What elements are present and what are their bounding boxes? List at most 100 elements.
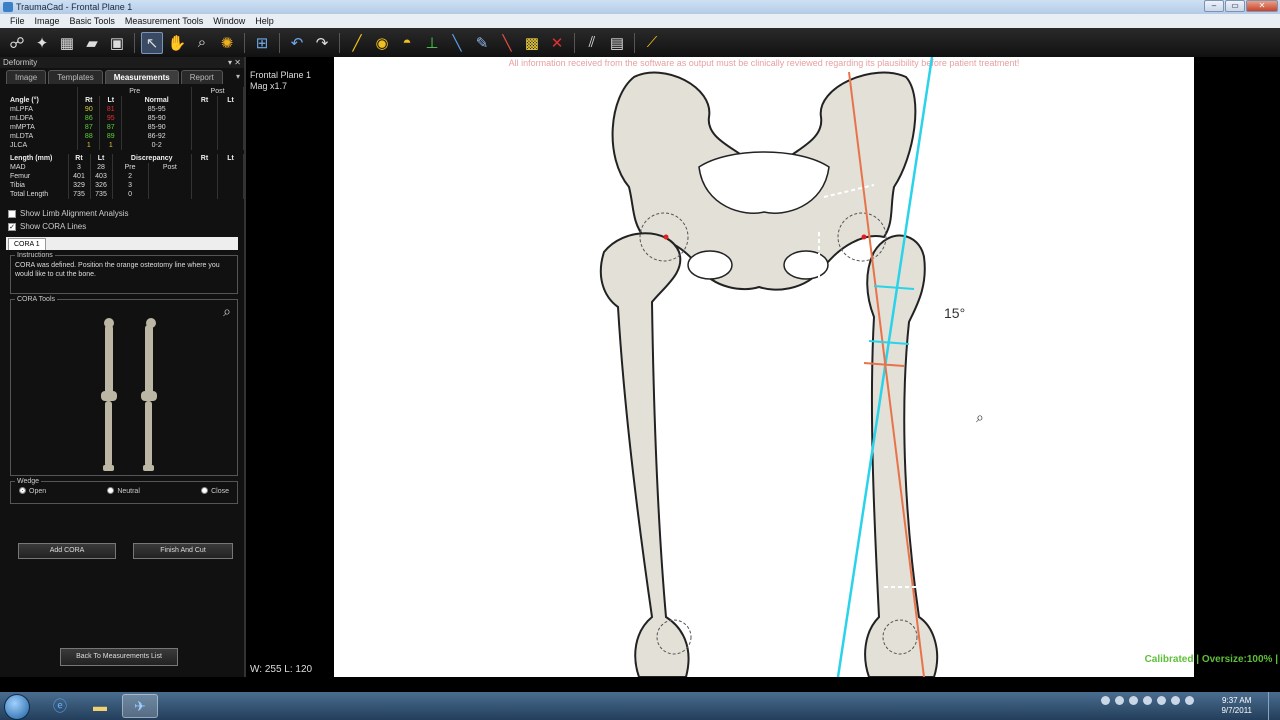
open-folder-icon[interactable]: ▰ (81, 32, 103, 54)
ruler-line-icon[interactable]: ╲ (446, 32, 468, 54)
draw-line-icon[interactable]: ╲ (496, 32, 518, 54)
wedge-neutral-radio[interactable]: Neutral (107, 487, 140, 495)
start-orb-icon[interactable] (4, 694, 30, 720)
ie-icon[interactable]: ⓔ (42, 694, 78, 718)
row-rt: 3 (68, 163, 91, 172)
tray-icon[interactable] (1129, 696, 1138, 705)
wedge-close-radio[interactable]: Close (201, 487, 229, 495)
note-icon[interactable]: ▩ (521, 32, 543, 54)
cora-tools-title: CORA Tools (17, 296, 55, 303)
zoom-icon[interactable]: ⌕ (191, 32, 213, 54)
tab-templates[interactable]: Templates (48, 70, 103, 84)
table-row[interactable]: mLDTA 88 89 86-92 (8, 132, 244, 141)
delete-icon[interactable]: ✕ (546, 32, 568, 54)
len-post-rt-header: Rt (191, 154, 218, 163)
tray-icon[interactable] (1143, 696, 1152, 705)
tray-icon[interactable] (1115, 696, 1124, 705)
layout-grid-icon[interactable]: ⊞ (251, 32, 273, 54)
add-cora-button[interactable]: Add CORA (18, 543, 116, 559)
save-icon[interactable]: ▣ (106, 32, 128, 54)
folder-icon[interactable]: ▬ (82, 694, 118, 718)
menu-file[interactable]: File (10, 14, 25, 28)
tab-image[interactable]: Image (6, 70, 47, 84)
row-name: mMPTA (8, 123, 79, 132)
menu-window[interactable]: Window (213, 14, 245, 28)
close-button[interactable]: ✕ (1246, 0, 1278, 12)
deformity-tool-icon[interactable]: ⟋ (641, 32, 663, 54)
viewport-info: Frontal Plane 1 Mag x1.7 (250, 70, 311, 92)
circle-tool-icon[interactable]: ◉ (371, 32, 393, 54)
bone-tool-icon[interactable]: ⫽ (581, 32, 603, 54)
volume-icon[interactable] (1185, 696, 1194, 705)
maximize-button[interactable]: ▭ (1225, 0, 1245, 12)
show-limb-alignment-checkbox[interactable] (8, 209, 16, 218)
traumacad-icon[interactable]: ✈ (122, 694, 158, 718)
menu-measurement-tools[interactable]: Measurement Tools (125, 14, 203, 28)
left-hip-center-marker[interactable] (861, 234, 867, 240)
show-cora-lines-checkbox[interactable]: ✓ (8, 222, 16, 231)
patients-icon[interactable]: ☍ (6, 32, 28, 54)
tabs-dropdown-icon[interactable]: ▾ (236, 70, 240, 84)
table-row[interactable]: Femur 401 403 2 (8, 172, 244, 181)
len-post-lt-header: Lt (217, 154, 244, 163)
show-cora-lines-row[interactable]: ✓ Show CORA Lines (8, 220, 244, 233)
pan-hand-icon[interactable]: ✋ (166, 32, 188, 54)
angle-measurement-label[interactable]: 15° (944, 305, 965, 321)
show-limb-alignment-row[interactable]: Show Limb Alignment Analysis (8, 207, 244, 220)
marker-pen-icon[interactable]: ✎ (471, 32, 493, 54)
table-row[interactable]: Total Length 735 735 0 (8, 190, 244, 199)
network-icon[interactable] (1171, 696, 1180, 705)
clock-time: 9:37 AM (1222, 696, 1252, 705)
back-to-measurements-button[interactable]: Back To Measurements List (60, 648, 178, 666)
table-row[interactable]: JLCA 1 1 0-2 (8, 141, 244, 150)
finish-and-cut-button[interactable]: Finish And Cut (133, 543, 233, 559)
app-window: TraumaCad - Frontal Plane 1 – ▭ ✕ File I… (0, 0, 1280, 720)
table-row[interactable]: MAD 3 28 Pre Post (8, 163, 244, 172)
table-row[interactable]: mLDFA 86 95 85-90 (8, 114, 244, 123)
caliper-icon[interactable]: ⊥ (421, 32, 443, 54)
image-viewport[interactable]: Frontal Plane 1 Mag x1.7 All information… (248, 57, 1280, 677)
table-row[interactable]: Tibia 329 326 3 (8, 181, 244, 190)
row-discrepancy: 2 (112, 172, 149, 181)
group-post-label: Post (191, 87, 244, 96)
redo-icon[interactable]: ↷ (311, 32, 333, 54)
brightness-icon[interactable]: ✺ (216, 32, 238, 54)
tab-cora-1[interactable]: CORA 1 (8, 238, 46, 250)
calendar-icon[interactable]: ▦ (56, 32, 78, 54)
length-header: Length (mm) (8, 154, 69, 163)
menu-basic-tools[interactable]: Basic Tools (70, 14, 115, 28)
row-name: mLDFA (8, 114, 79, 123)
wedge-open-radio[interactable]: Open (19, 487, 46, 495)
table-row[interactable]: mMPTA 87 87 85-90 (8, 123, 244, 132)
panel-close-icon[interactable]: ✕ (234, 57, 241, 68)
right-hip-center-marker[interactable] (663, 234, 669, 240)
table-row[interactable]: mLPFA 90 81 85-95 (8, 105, 244, 114)
row-post-lt (217, 114, 244, 123)
row-rt: 90 (77, 105, 101, 114)
magnify-icon[interactable]: ⌕ (223, 303, 231, 320)
show-desktop-button[interactable] (1268, 692, 1280, 720)
row-lt: 403 (90, 172, 113, 181)
line-tool-icon[interactable]: ╱ (346, 32, 368, 54)
template-icon[interactable]: ▤ (606, 32, 628, 54)
xray-image[interactable]: All information received from the softwa… (334, 57, 1194, 677)
pin-icon[interactable]: ▾ (228, 57, 232, 68)
tray-icon[interactable] (1157, 696, 1166, 705)
tray-icon[interactable] (1101, 696, 1110, 705)
bone-illustration[interactable] (334, 57, 1194, 677)
undo-icon[interactable]: ↶ (286, 32, 308, 54)
menu-help[interactable]: Help (255, 14, 274, 28)
menu-bar: File Image Basic Tools Measurement Tools… (0, 14, 1280, 28)
menu-image[interactable]: Image (35, 14, 60, 28)
clock[interactable]: 9:37 AM 9/7/2011 (1221, 696, 1252, 716)
minimize-button[interactable]: – (1204, 0, 1224, 12)
new-case-icon[interactable]: ✦ (31, 32, 53, 54)
radio-icon (201, 487, 209, 494)
taskbar: ⓔ ▬ ✈ 9:37 AM 9/7/2011 (0, 692, 1280, 720)
select-pointer-icon[interactable]: ↖ (141, 31, 163, 54)
tab-report[interactable]: Report (180, 70, 223, 84)
tab-measurements[interactable]: Measurements (104, 70, 179, 84)
protractor-icon[interactable]: ◓ (396, 32, 418, 54)
leg-bones-thumbnail[interactable] (91, 317, 171, 477)
row-name: mLDTA (8, 132, 79, 141)
